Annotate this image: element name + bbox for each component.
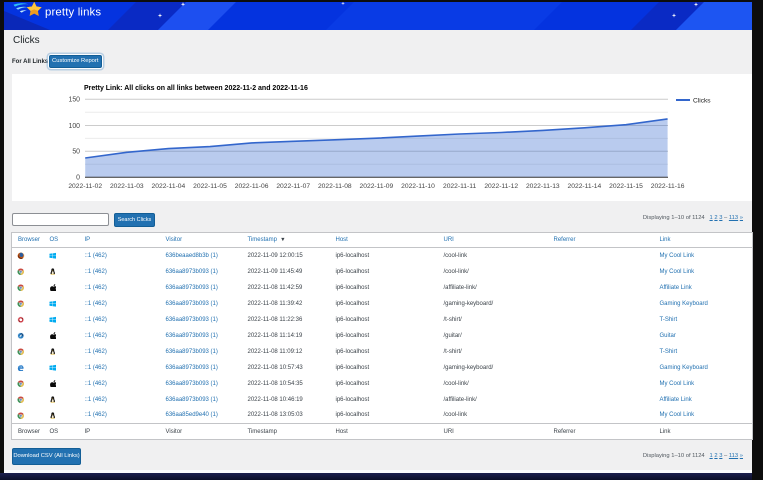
svg-text:2022-11-13: 2022-11-13: [526, 183, 560, 190]
svg-text:Pretty Link: All clicks on all: Pretty Link: All clicks on all links bet…: [84, 85, 308, 92]
svg-text:2022-11-09: 2022-11-09: [360, 183, 394, 190]
svg-text:2022-11-05: 2022-11-05: [193, 183, 227, 190]
svg-text:2022-11-12: 2022-11-12: [484, 183, 518, 190]
svg-text:2022-11-11: 2022-11-11: [443, 183, 476, 190]
svg-text:2022-11-10: 2022-11-10: [401, 183, 435, 190]
svg-text:pretty links: pretty links: [45, 7, 101, 19]
svg-text:2022-11-02: 2022-11-02: [68, 183, 102, 190]
svg-text:2022-11-16: 2022-11-16: [651, 183, 685, 190]
svg-text:0: 0: [76, 175, 80, 182]
svg-text:2022-11-04: 2022-11-04: [152, 183, 186, 190]
svg-text:150: 150: [69, 97, 81, 104]
svg-text:100: 100: [69, 123, 81, 130]
svg-text:50: 50: [72, 149, 80, 156]
svg-text:2022-11-03: 2022-11-03: [110, 183, 144, 190]
svg-text:2022-11-06: 2022-11-06: [235, 183, 269, 190]
svg-text:2022-11-08: 2022-11-08: [318, 183, 352, 190]
svg-text:2022-11-15: 2022-11-15: [609, 183, 643, 190]
svg-text:Clicks: Clicks: [693, 97, 711, 104]
svg-text:2022-11-14: 2022-11-14: [568, 183, 602, 190]
svg-text:2022-11-07: 2022-11-07: [276, 183, 310, 190]
